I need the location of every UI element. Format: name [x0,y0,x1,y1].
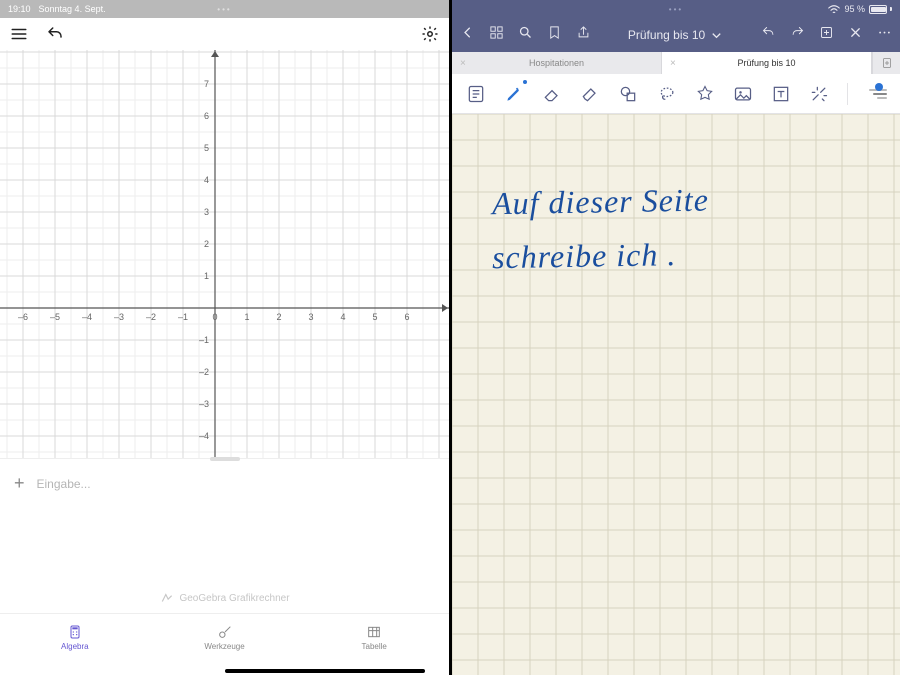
battery-pct: 95 % [844,4,865,14]
wifi-icon [828,5,840,14]
svg-text:3: 3 [308,312,313,322]
doc-tab-hospitationen[interactable]: × Hospitationen [452,52,662,74]
svg-text:–5: –5 [50,312,60,322]
status-time: 19:10 [8,4,31,14]
chevron-down-icon [709,28,724,43]
tab-close-icon[interactable]: × [670,58,676,69]
svg-text:5: 5 [372,312,377,322]
svg-text:3: 3 [204,207,209,217]
geogebra-watermark: GeoGebra Grafikrechner [159,591,289,605]
svg-text:–6: –6 [18,312,28,322]
status-bar-left: 19:10 Sonntag 4. Sept. ••• [0,0,449,18]
handwriting-line: Auf dieser Seite [492,181,871,220]
handwriting-content: Auf dieser Seite schreibe ich . [492,184,870,270]
search-icon[interactable] [518,25,533,45]
svg-text:5: 5 [204,143,209,153]
tab-label: Hospitationen [529,58,584,68]
laser-tool-icon[interactable] [809,83,829,105]
graph-canvas[interactable]: –6 –5 –4 –3 –2 –1 0 1 2 3 4 5 6 –4 –3 –2 –1 1 2 3 4 5 6 7 [0,50,449,458]
battery-icon [869,5,892,14]
menu-icon[interactable] [10,25,28,43]
sticker-tool-icon[interactable] [695,83,715,105]
read-mode-icon[interactable] [466,83,486,105]
tab-label: Tabelle [362,642,387,651]
status-bar-right: ••• 95 % [452,0,900,18]
multitask-dots-icon[interactable]: ••• [669,5,683,14]
add-page-icon[interactable] [819,25,834,45]
redo-icon[interactable] [790,25,805,45]
tab-label: Werkzeuge [204,642,244,651]
svg-text:2: 2 [276,312,281,322]
svg-text:7: 7 [204,79,209,89]
svg-text:–1: –1 [199,335,209,345]
shape-tool-icon[interactable] [618,83,638,105]
new-tab-icon[interactable] [872,52,900,74]
algebra-input-panel: + GeoGebra Grafikrechner [0,458,449,613]
stroke-color-dot [875,83,883,91]
pen-tool-icon[interactable] [504,83,524,105]
stroke-width-icon[interactable] [866,83,886,105]
close-icon[interactable] [848,25,863,45]
svg-text:6: 6 [404,312,409,322]
tab-close-icon[interactable]: × [460,58,466,69]
status-date: Sonntag 4. Sept. [39,4,106,14]
toolbar-divider [847,83,848,105]
thumbnails-icon[interactable] [489,25,504,45]
more-icon[interactable] [877,25,892,45]
goodnotes-app: ••• 95 % Prüfung bis 10 [452,0,900,675]
text-tool-icon[interactable] [771,83,791,105]
note-canvas[interactable]: Auf dieser Seite schreibe ich . [452,114,900,675]
multitask-dots-icon[interactable]: ••• [217,5,231,14]
svg-text:6: 6 [204,111,209,121]
tab-algebra[interactable]: Algebra [0,614,150,661]
handwriting-line: schreibe ich . [492,235,871,274]
svg-text:4: 4 [340,312,345,322]
back-icon[interactable] [460,25,475,45]
svg-text:–3: –3 [199,399,209,409]
svg-text:–4: –4 [82,312,92,322]
goodnotes-nav: Prüfung bis 10 [452,18,900,52]
geogebra-toolbar [0,18,449,50]
tab-tools[interactable]: Werkzeuge [150,614,300,661]
doc-tab-pruefung[interactable]: × Prüfung bis 10 [662,52,872,74]
lasso-tool-icon[interactable] [656,83,676,105]
svg-text:0: 0 [212,312,217,322]
watermark-label: GeoGebra Grafikrechner [179,593,289,604]
tab-table[interactable]: Tabelle [299,614,449,661]
svg-text:–2: –2 [199,367,209,377]
svg-text:–4: –4 [199,431,209,441]
svg-text:–2: –2 [146,312,156,322]
svg-text:1: 1 [204,271,209,281]
geogebra-app: 19:10 Sonntag 4. Sept. ••• –6 –5 –4 –3 –2 –1 0… [0,0,449,675]
tab-label: Algebra [61,642,89,651]
undo-icon[interactable] [46,25,64,43]
home-indicator[interactable] [225,669,425,673]
panel-drag-handle[interactable] [210,457,240,461]
svg-text:2: 2 [204,239,209,249]
image-tool-icon[interactable] [733,83,753,105]
doc-title-text: Prüfung bis 10 [628,28,705,42]
highlighter-tool-icon[interactable] [580,83,600,105]
expression-input[interactable] [37,477,435,491]
goodnotes-toolbar [452,74,900,114]
geogebra-bottom-tabs: Algebra Werkzeuge Tabelle [0,613,449,661]
doc-title[interactable]: Prüfung bis 10 [628,28,724,43]
undo-icon[interactable] [761,25,776,45]
svg-text:–3: –3 [114,312,124,322]
eraser-tool-icon[interactable] [542,83,562,105]
svg-text:4: 4 [204,175,209,185]
svg-text:–1: –1 [178,312,188,322]
goodnotes-doc-tabs: × Hospitationen × Prüfung bis 10 [452,52,900,74]
svg-text:1: 1 [244,312,249,322]
settings-icon[interactable] [421,25,439,43]
bookmark-icon[interactable] [547,25,562,45]
tab-label: Prüfung bis 10 [737,58,795,68]
add-expression-icon[interactable]: + [14,473,25,494]
share-icon[interactable] [576,25,591,45]
